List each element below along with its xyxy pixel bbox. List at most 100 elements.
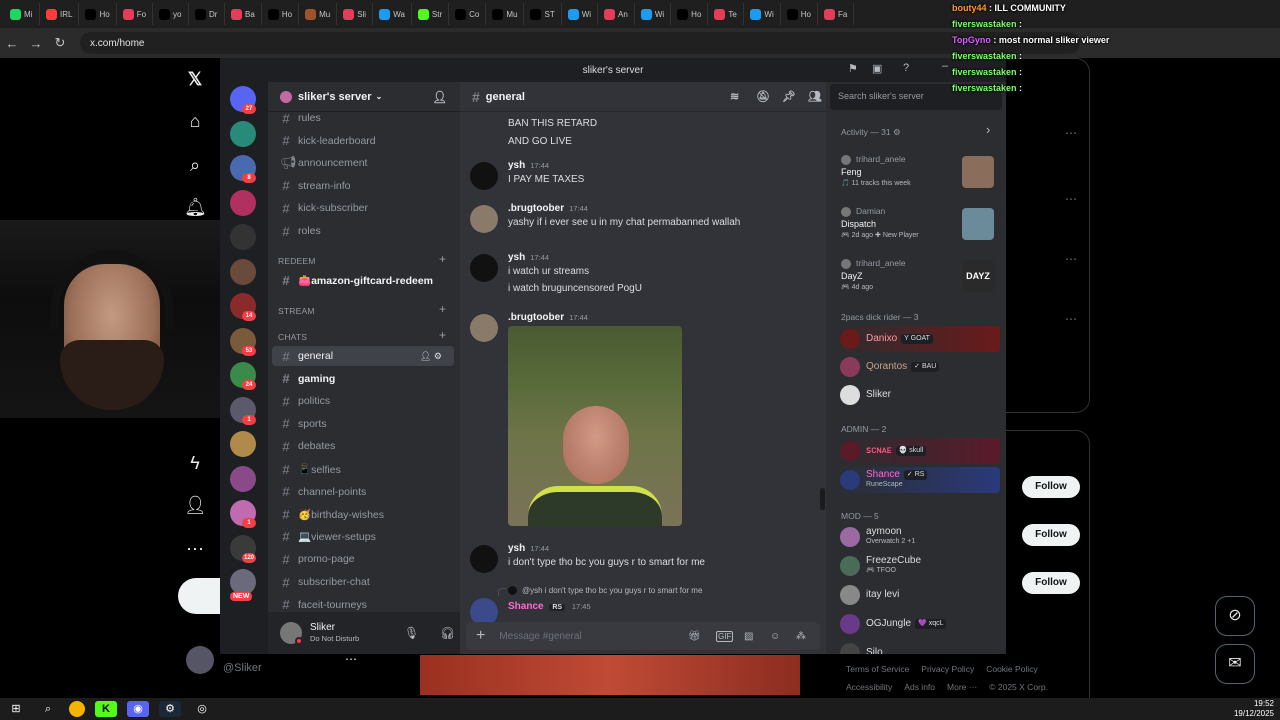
- server-icon[interactable]: [230, 465, 256, 492]
- message-author[interactable]: .brugtoober: [508, 203, 564, 214]
- browser-tab[interactable]: Wi: [562, 3, 599, 25]
- channel-general[interactable]: # general 👤︎ ⚙: [272, 346, 454, 366]
- reply-author[interactable]: Shance: [508, 601, 544, 612]
- browser-tab[interactable]: Ho: [79, 3, 117, 25]
- browser-tab[interactable]: Wi: [635, 3, 672, 25]
- channel-politics[interactable]: # politics: [272, 391, 454, 411]
- more-icon[interactable]: ⋯: [1065, 126, 1077, 140]
- browser-tab[interactable]: ST: [524, 3, 562, 25]
- home-icon[interactable]: ⌂: [184, 110, 206, 132]
- follow-button[interactable]: Follow: [1022, 524, 1080, 546]
- channel-selfies[interactable]: # 📱selfies: [272, 459, 454, 479]
- browser-tab[interactable]: Str: [412, 3, 450, 25]
- browser-tab[interactable]: Mu: [486, 3, 525, 25]
- member-row[interactable]: FreezeCube 🎮 TFOO: [836, 553, 1000, 579]
- channel-settings-icon[interactable]: 👤︎ ⚙: [420, 351, 442, 362]
- account-more-icon[interactable]: ⋯: [345, 652, 357, 666]
- forward-icon[interactable]: →: [24, 36, 48, 51]
- avatar[interactable]: [470, 205, 498, 233]
- chrome-icon[interactable]: [69, 701, 85, 717]
- channel-amazon-giftcard-redeem[interactable]: # 👛amazon-giftcard-redeem: [272, 270, 454, 290]
- footer-link[interactable]: More ···: [947, 682, 977, 692]
- avatar[interactable]: [470, 545, 498, 573]
- channel-kick-subscriber[interactable]: # kick-subscriber: [272, 198, 454, 218]
- server-icon[interactable]: [230, 224, 256, 250]
- browser-tab[interactable]: Ba: [225, 3, 262, 25]
- microphone-icon[interactable]: 🎙︎: [404, 626, 419, 640]
- search-icon[interactable]: ⌕: [184, 154, 206, 176]
- channel-debates[interactable]: # debates: [272, 436, 454, 456]
- category-header[interactable]: CHATS: [278, 332, 307, 342]
- reply-preview[interactable]: @ysh i don't type tho bc you guys r to s…: [522, 586, 702, 595]
- member-list-icon[interactable]: 👥︎: [808, 90, 822, 103]
- browser-tab[interactable]: Ho: [262, 3, 300, 25]
- channel-rules[interactable]: # rules: [272, 108, 454, 128]
- add-channel-icon[interactable]: +: [439, 328, 446, 342]
- mute-bell-icon[interactable]: 🔕︎: [756, 90, 770, 103]
- footer-link[interactable]: Accessibility: [846, 682, 892, 692]
- minimize-icon[interactable]: –: [942, 60, 948, 72]
- kick-icon[interactable]: K: [95, 701, 117, 717]
- url-field[interactable]: x.com/home: [80, 32, 1080, 54]
- profile-icon[interactable]: 👤︎: [184, 494, 207, 516]
- add-attachment-icon[interactable]: +: [476, 627, 485, 645]
- help-icon[interactable]: ?: [903, 62, 909, 74]
- channel-sports[interactable]: # sports: [272, 414, 454, 434]
- avatar[interactable]: [470, 314, 498, 342]
- browser-tab[interactable]: Fo: [117, 3, 154, 25]
- browser-tab[interactable]: Te: [708, 3, 745, 25]
- follow-button[interactable]: Follow: [1022, 572, 1080, 594]
- message-image[interactable]: [508, 326, 682, 526]
- reload-icon[interactable]: ↻: [48, 35, 72, 51]
- steam-icon[interactable]: ⚙: [159, 701, 181, 717]
- threads-icon[interactable]: ≋: [730, 90, 739, 103]
- post-button[interactable]: [178, 578, 222, 614]
- member-row[interactable]: Silo: [836, 640, 1000, 654]
- message-author[interactable]: .brugtoober: [508, 312, 564, 323]
- discord-icon[interactable]: ◉: [127, 701, 149, 717]
- browser-tab[interactable]: yo: [153, 3, 190, 25]
- browser-tab[interactable]: Co: [449, 3, 487, 25]
- browser-tab[interactable]: Mu: [299, 3, 338, 25]
- add-member-icon[interactable]: 👤︎: [432, 90, 447, 104]
- browser-tab[interactable]: Ho: [781, 3, 818, 25]
- category-header[interactable]: STREAM: [278, 306, 315, 316]
- follow-button[interactable]: Follow: [1022, 476, 1080, 498]
- member-row[interactable]: Sliker: [836, 382, 1000, 408]
- inbox-icon[interactable]: ▣: [872, 62, 882, 75]
- avatar[interactable]: [280, 622, 303, 645]
- channel-gaming[interactable]: # gaming: [272, 369, 454, 389]
- gift-icon[interactable]: 🎁︎: [688, 631, 701, 642]
- headphones-icon[interactable]: 🎧︎: [440, 626, 455, 640]
- channel-kick-leaderboard[interactable]: # kick-leaderboard: [272, 131, 454, 151]
- back-icon[interactable]: ←: [0, 36, 24, 51]
- member-row[interactable]: itay levi: [836, 582, 1000, 608]
- gif-icon[interactable]: GIF: [716, 630, 734, 642]
- emoji-icon[interactable]: ☺: [770, 631, 780, 642]
- notifications-icon[interactable]: 🔔︎: [184, 196, 207, 218]
- message-author[interactable]: ysh: [508, 252, 525, 263]
- message-author[interactable]: ysh: [508, 160, 525, 171]
- member-row[interactable]: Shance ✓ RS RuneScape: [836, 467, 1000, 493]
- scrollbar[interactable]: [820, 488, 825, 510]
- browser-tab[interactable]: An: [598, 3, 635, 25]
- browser-tab[interactable]: Ho: [671, 3, 709, 25]
- browser-tab[interactable]: Wi: [744, 3, 781, 25]
- member-row[interactable]: Danixo Y GOAT: [836, 326, 1000, 352]
- sticker-icon[interactable]: ▧: [744, 631, 753, 642]
- member-row[interactable]: ꜱᴄɴᴀᴇ 💀 skull: [836, 438, 1000, 464]
- footer-link[interactable]: Ads info: [904, 682, 935, 692]
- obs-icon[interactable]: ◎: [191, 701, 213, 717]
- browser-tab[interactable]: IRL: [40, 3, 80, 25]
- browser-tab[interactable]: Mi: [4, 3, 40, 25]
- pin-icon[interactable]: 📌︎: [782, 90, 796, 103]
- more-icon[interactable]: ⋯: [1065, 252, 1077, 266]
- channel-birthday-wishes[interactable]: # 🥳birthday-wishes: [272, 504, 454, 524]
- message-composer[interactable]: + Message #general 🎁︎ GIF ▧ ☺ ⁂: [466, 622, 820, 650]
- member-row[interactable]: OGJungle 💜 xqcL: [836, 611, 1000, 637]
- footer-link[interactable]: Terms of Service: [846, 664, 909, 674]
- browser-tab[interactable]: Fa: [818, 3, 855, 25]
- windows-start-icon[interactable]: ⊞: [5, 701, 27, 717]
- channel-roles[interactable]: # roles: [272, 221, 454, 241]
- footer-link[interactable]: Privacy Policy: [921, 664, 974, 674]
